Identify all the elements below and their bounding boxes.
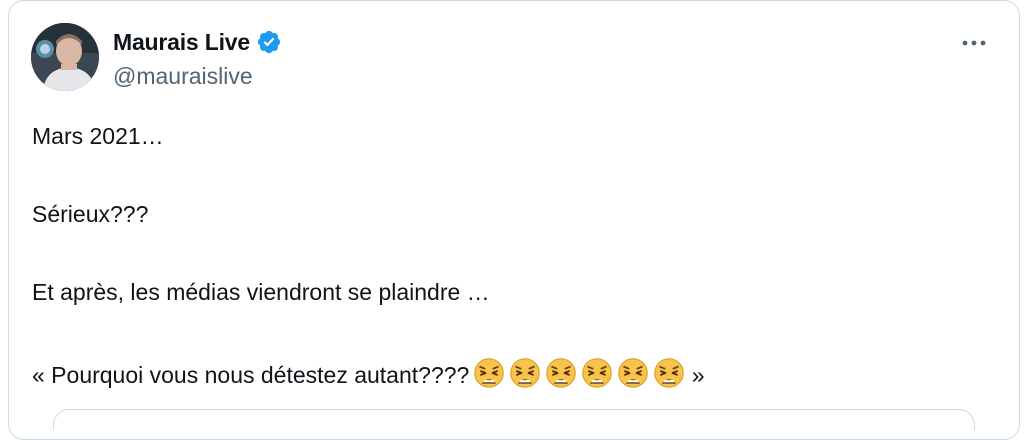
verified-badge-icon[interactable] [256,29,282,55]
weary-face-emoji [474,358,505,388]
weary-face-emoji [618,358,649,388]
tweet-line: Mars 2021… [32,123,164,149]
weary-face-emoji [654,358,685,388]
weary-face-emoji [546,358,577,388]
avatar-photo [31,23,99,91]
weary-face-emoji [510,358,541,388]
emoji-row [469,358,685,388]
tweet-line: « Pourquoi vous nous détestez autant???? [32,362,470,388]
tweet-card[interactable]: Maurais Live @mauraislive Mars 2021… Sér… [8,0,1020,440]
avatar[interactable] [31,23,99,91]
tweet-text: Mars 2021… Sérieux??? Et après, les médi… [32,123,999,388]
tweet-line: Et après, les médias viendront se plaind… [32,279,490,305]
author-handle[interactable]: @mauraislive [113,63,253,90]
author-display-name[interactable]: Maurais Live [113,29,250,56]
media-preview-edge[interactable] [53,409,975,430]
author-name-row: Maurais Live [113,27,282,57]
tweet-line-with-emoji: « Pourquoi vous nous détestez autant????… [32,357,999,388]
tweet-line: Sérieux??? [32,201,149,227]
weary-face-emoji [582,358,613,388]
more-options-icon[interactable] [959,31,989,55]
closing-quote: » [685,362,705,388]
